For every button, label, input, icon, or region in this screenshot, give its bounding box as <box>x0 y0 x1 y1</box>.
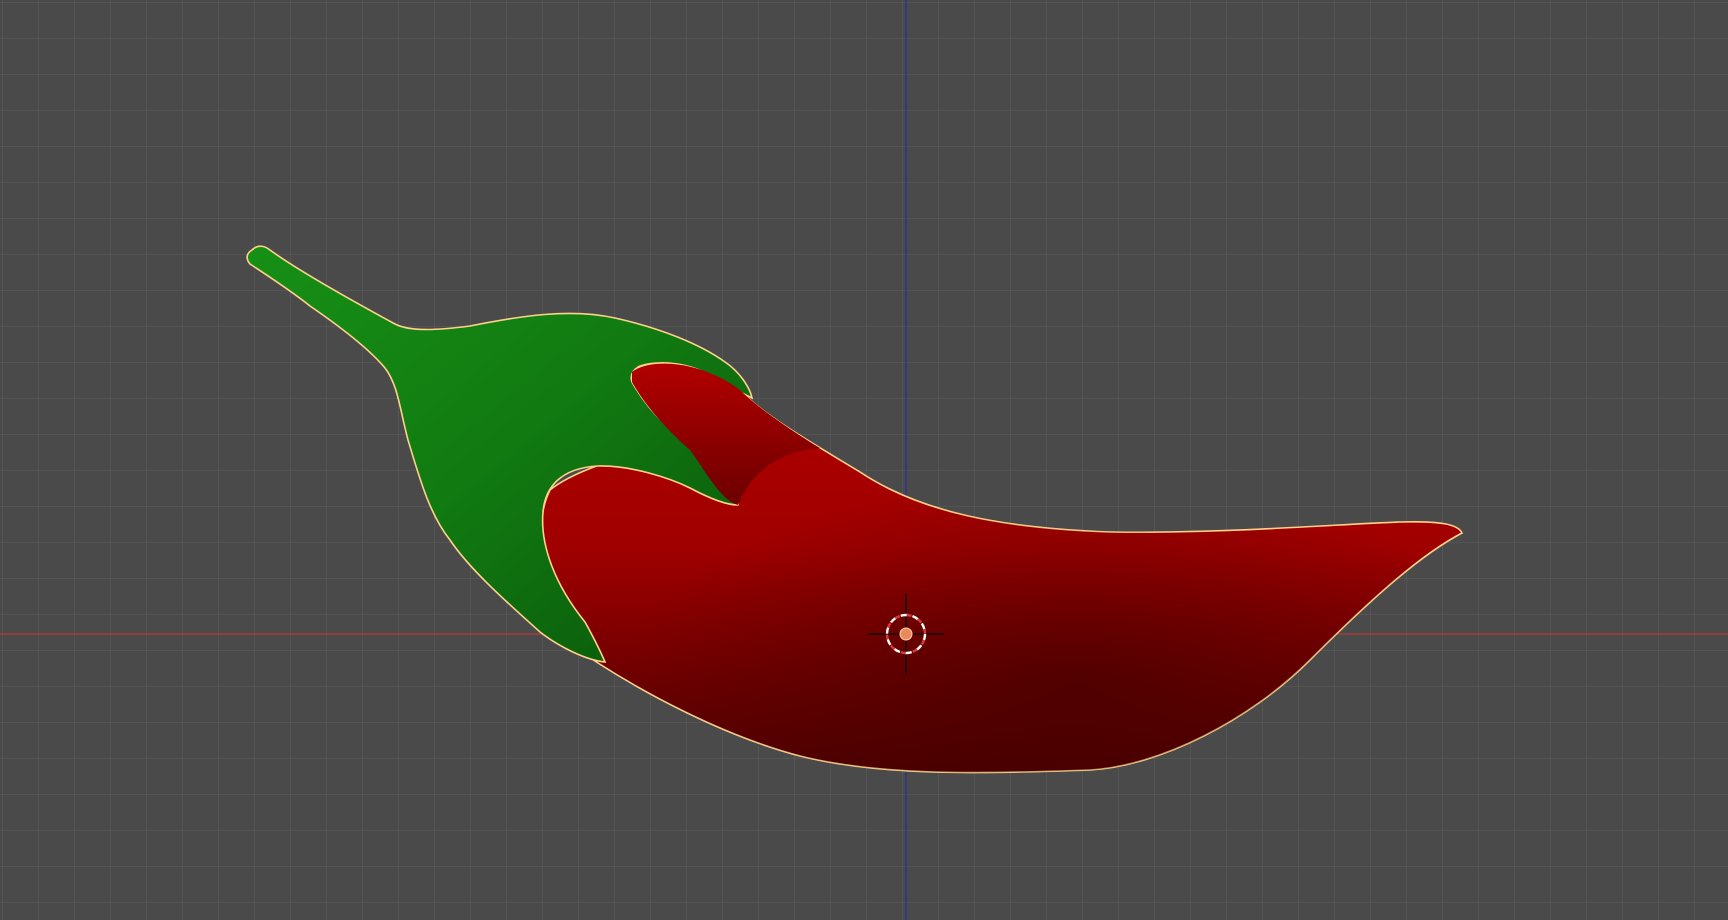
viewport-canvas[interactable] <box>0 0 1728 920</box>
3d-cursor-center <box>899 627 913 641</box>
viewport-grid <box>0 0 1728 920</box>
3d-viewport[interactable] <box>0 0 1728 920</box>
